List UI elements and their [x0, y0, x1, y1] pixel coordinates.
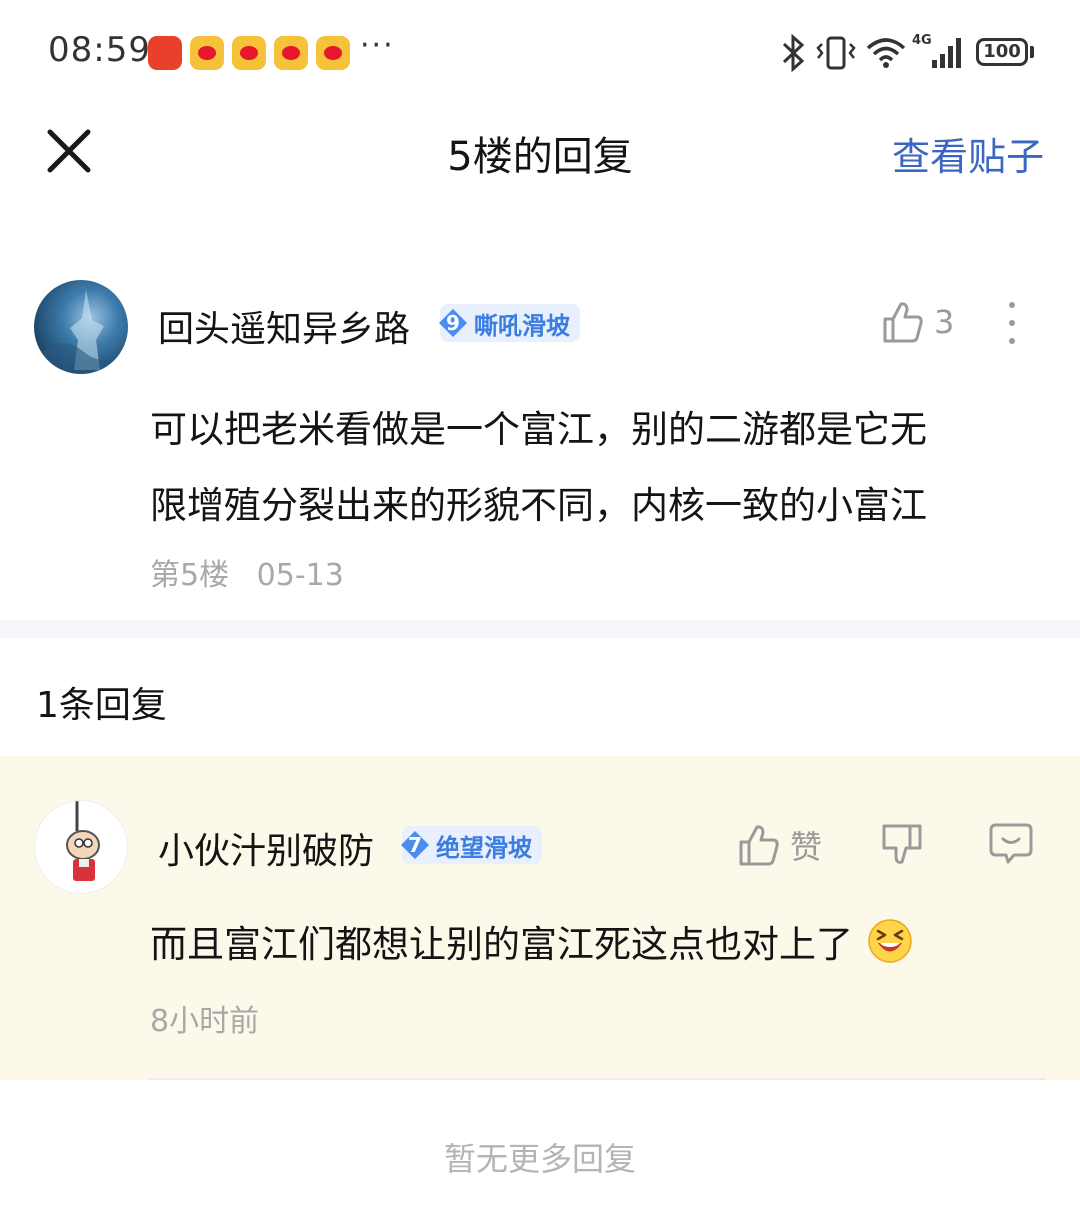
grinning-squint-emoji-icon — [868, 919, 912, 963]
thumbs-up-icon — [739, 825, 779, 866]
avatar-image — [66, 801, 100, 881]
floor-number: 第5楼 — [150, 558, 230, 593]
more-notifications-indicator: ··· — [360, 28, 395, 63]
post-meta: 第5楼 05-13 — [150, 550, 362, 594]
reply-text: 而且富江们都想让别的富江死这点也对上了 — [150, 923, 853, 966]
like-button[interactable]: 赞 — [738, 822, 822, 868]
avatar-image — [34, 290, 128, 374]
status-bar: 08:59 ··· 4G 100 — [0, 0, 1080, 100]
weibo-icon — [190, 36, 224, 70]
post-content: 可以把老米看做是一个富江，别的二游都是它无 限增殖分裂出来的形貌不同，内核一致的… — [150, 392, 1050, 544]
network-type-label: 4G — [912, 33, 932, 48]
post-date: 05-13 — [256, 558, 344, 593]
more-options-button[interactable] — [1000, 300, 1024, 346]
bluetooth-icon — [782, 34, 805, 72]
replies-count: 1条回复 — [36, 685, 167, 726]
more-dot — [1009, 338, 1015, 344]
avatar[interactable] — [34, 280, 128, 374]
like-button[interactable]: 3 — [882, 300, 954, 344]
level-title: 绝望滑坡 — [436, 833, 532, 862]
no-more-replies: 暂无更多回复 — [443, 1140, 636, 1178]
taobao-icon — [148, 36, 182, 70]
status-time: 08:59 — [48, 30, 151, 70]
comment-button[interactable] — [988, 822, 1034, 870]
vibrate-icon — [816, 36, 856, 70]
section-divider — [0, 620, 1080, 638]
wifi-icon — [866, 38, 906, 68]
signal-icon — [932, 38, 961, 68]
level-badge: 9 嘶吼滑坡 — [438, 304, 580, 342]
more-dot — [1009, 302, 1015, 308]
divider — [148, 1078, 1046, 1080]
level-number: 7 — [408, 833, 422, 857]
reply-time: 8小时前 — [150, 1004, 260, 1039]
reply-content: 而且富江们都想让别的富江死这点也对上了 — [150, 914, 913, 968]
weibo-icon — [274, 36, 308, 70]
thumbs-down-icon — [882, 824, 922, 864]
post-content-line: 可以把老米看做是一个富江，别的二游都是它无 — [150, 408, 927, 451]
weibo-icon — [316, 36, 350, 70]
reply-username[interactable]: 小伙汁别破防 — [158, 822, 374, 874]
more-dot — [1009, 320, 1015, 326]
battery-icon: 100 — [976, 38, 1028, 66]
level-number: 9 — [446, 311, 460, 335]
post-username[interactable]: 回头遥知异乡路 — [158, 300, 410, 352]
level-diamond-icon: 9 — [438, 308, 468, 338]
avatar[interactable] — [34, 800, 128, 894]
post-content-line: 限增殖分裂出来的形貌不同，内核一致的小富江 — [150, 484, 927, 527]
view-post-button[interactable]: 查看贴子 — [892, 126, 1044, 181]
weibo-icon — [232, 36, 266, 70]
level-diamond-icon: 7 — [400, 830, 430, 860]
dislike-button[interactable] — [880, 822, 924, 872]
battery-tip — [1030, 46, 1034, 58]
like-count: 3 — [934, 303, 955, 341]
thumbs-up-icon — [883, 302, 923, 343]
comment-icon — [989, 823, 1033, 864]
level-badge: 7 绝望滑坡 — [400, 826, 542, 864]
level-title: 嘶吼滑坡 — [474, 311, 570, 340]
like-label: 赞 — [790, 828, 823, 866]
